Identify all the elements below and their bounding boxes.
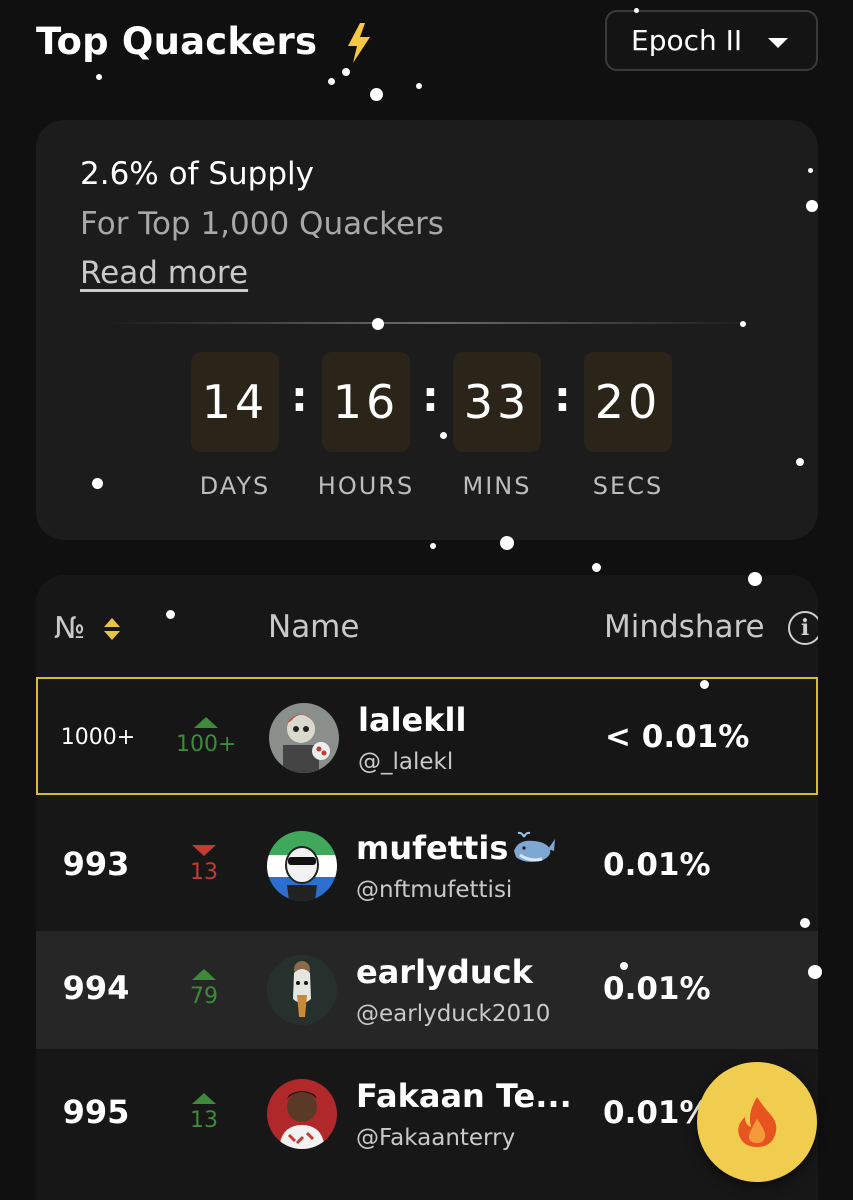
arrow-up-icon <box>194 717 218 728</box>
rank-change: 100+ <box>176 717 236 757</box>
supply-text: 2.6% of Supply <box>80 156 314 192</box>
sort-icon[interactable] <box>102 616 122 642</box>
arrow-down-icon <box>192 845 216 856</box>
time-separator: : <box>291 372 308 421</box>
user-name: mufettis <box>356 829 509 867</box>
arrow-up-icon <box>192 1093 216 1104</box>
reward-card: 2.6% of Supply For Top 1,000 Quackers Re… <box>36 120 818 540</box>
hours-label: HOURS <box>317 472 415 500</box>
column-header-rank[interactable]: № <box>54 611 85 646</box>
header: Top Quackers Epoch II <box>0 0 853 100</box>
supply-subtitle: For Top 1,000 Quackers <box>80 206 444 242</box>
user-handle: @Fakaanterry <box>356 1125 516 1151</box>
epoch-dropdown[interactable]: Epoch II <box>605 10 818 71</box>
secs-label: SECS <box>592 472 664 500</box>
days-value: 14 <box>191 352 279 452</box>
rank-change: 13 <box>174 845 234 885</box>
rank: 993 <box>62 845 130 883</box>
rank-change-value: 79 <box>190 984 218 1009</box>
column-header-mindshare: Mindshare <box>604 609 765 645</box>
avatar[interactable] <box>267 831 337 901</box>
rank-change: 13 <box>174 1093 234 1133</box>
table-row[interactable]: 993 13 mufettis @nftmufettisi 0.01% <box>36 807 818 925</box>
secs-value: 20 <box>584 352 672 452</box>
user-handle: @_lalekl <box>358 749 454 775</box>
avatar[interactable] <box>269 703 339 773</box>
epoch-label: Epoch II <box>631 24 743 57</box>
table-row[interactable]: 1000+ 100+ lalekll @_lalekl < 0.01% <box>36 677 818 795</box>
mindshare-value: 0.01% <box>603 847 711 883</box>
fire-button[interactable] <box>697 1062 817 1182</box>
snow-particle <box>592 563 601 572</box>
user-name: earlyduck <box>356 953 533 991</box>
whale-emoji-icon <box>514 831 555 862</box>
hours-value: 16 <box>322 352 410 452</box>
user-name: lalekll <box>358 701 467 739</box>
mins-label: MINS <box>462 472 532 500</box>
mindshare-value: < 0.01% <box>605 719 750 755</box>
table-row[interactable]: 994 79 earlyduck @earlyduck2010 0.01% <box>36 931 818 1049</box>
read-more-link[interactable]: Read more <box>80 255 248 291</box>
user-name: Fakaan Te... <box>356 1077 572 1115</box>
countdown-timer: 14 : 16 : 33 : 20 DAYS HOURS MINS SECS <box>36 352 818 512</box>
user-handle: @nftmufettisi <box>356 877 513 903</box>
time-separator: : <box>554 372 571 421</box>
column-header-name: Name <box>268 609 360 645</box>
avatar[interactable] <box>267 1079 337 1149</box>
time-separator: : <box>422 372 439 421</box>
rank: 995 <box>62 1093 130 1131</box>
mindshare-value: 0.01% <box>603 971 711 1007</box>
snow-particle <box>430 543 436 549</box>
rank-change-value: 13 <box>190 1108 218 1133</box>
fire-icon <box>738 1097 777 1147</box>
avatar[interactable] <box>267 955 337 1025</box>
mindshare-value: 0.01% <box>603 1095 711 1131</box>
rank-change-value: 13 <box>190 860 218 885</box>
rank-change-value: 100+ <box>176 732 237 757</box>
user-handle: @earlyduck2010 <box>356 1001 551 1027</box>
arrow-up-icon <box>192 969 216 980</box>
info-icon[interactable]: i <box>788 611 818 645</box>
page-title: Top Quackers <box>36 20 318 63</box>
days-label: DAYS <box>199 472 271 500</box>
lightning-bolt-icon <box>348 23 370 63</box>
rank-change: 79 <box>174 969 234 1009</box>
rank: 994 <box>62 969 130 1007</box>
divider <box>106 322 756 324</box>
rank: 1000+ <box>60 725 136 750</box>
chevron-down-icon <box>768 38 788 48</box>
mins-value: 33 <box>453 352 541 452</box>
